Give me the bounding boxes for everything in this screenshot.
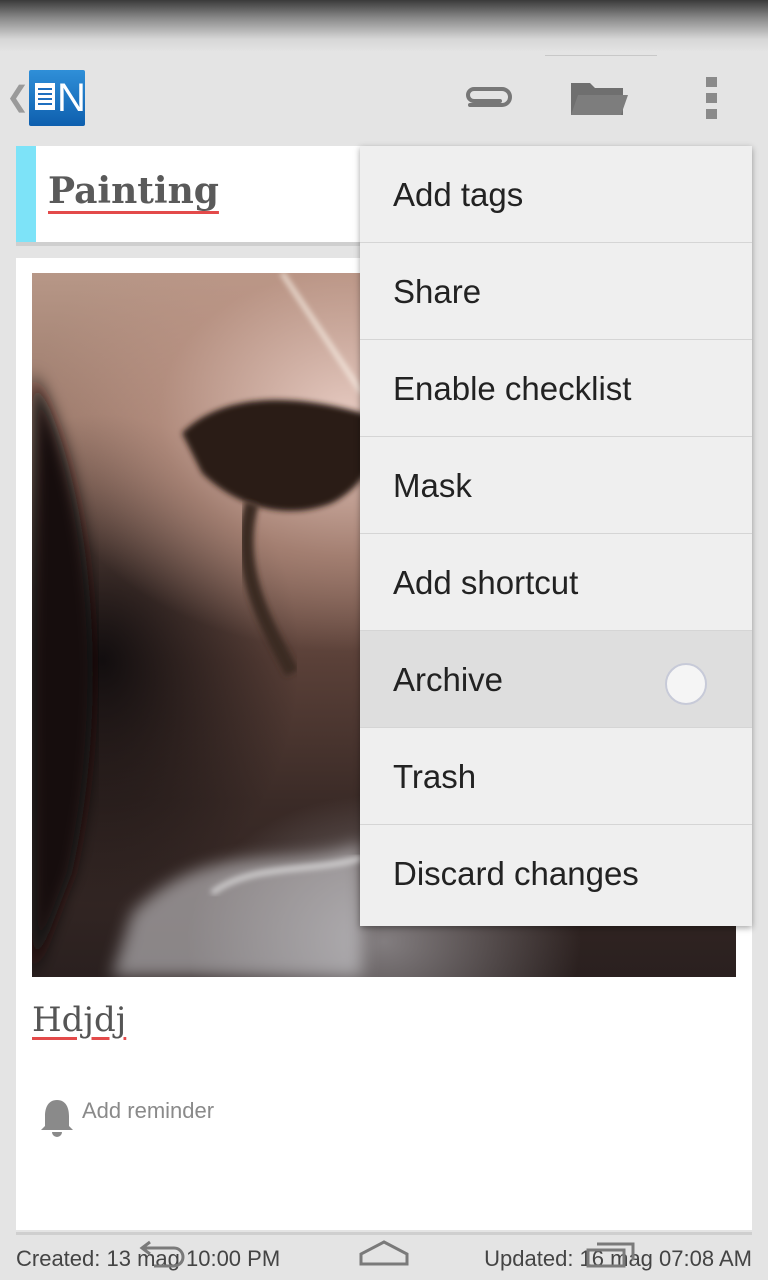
action-bar: ❮ N	[0, 52, 768, 144]
add-reminder-label: Add reminder	[82, 1098, 215, 1123]
menu-item-archive[interactable]: Archive	[360, 631, 752, 728]
menu-item-add-tags[interactable]: Add tags	[360, 146, 752, 243]
note-title[interactable]: Painting	[48, 170, 219, 212]
menu-item-share[interactable]: Share	[360, 243, 752, 340]
home-nav-icon[interactable]	[358, 1240, 410, 1268]
note-footer: Created: 13 mag 10:00 PM Updated: 16 mag…	[0, 1232, 768, 1280]
bell-icon	[41, 1100, 73, 1137]
menu-item-mask[interactable]: Mask	[360, 437, 752, 534]
back-nav-icon[interactable]	[138, 1240, 186, 1268]
menu-item-trash[interactable]: Trash	[360, 728, 752, 825]
recent-apps-nav-icon[interactable]	[585, 1240, 637, 1268]
app-logo[interactable]: N	[29, 70, 86, 126]
status-bar	[0, 0, 768, 52]
touch-indicator	[665, 663, 707, 705]
menu-item-discard-changes[interactable]: Discard changes	[360, 825, 752, 922]
category-color-bar	[16, 146, 36, 242]
overflow-popup-menu: Add tags Share Enable checklist Mask Add…	[360, 146, 752, 926]
menu-item-add-shortcut[interactable]: Add shortcut	[360, 534, 752, 631]
menu-item-archive-label: Archive	[393, 661, 504, 698]
chevron-left-icon[interactable]: ❮	[6, 82, 29, 112]
document-icon	[35, 83, 55, 110]
paperclip-icon[interactable]	[458, 77, 518, 119]
divider	[545, 55, 657, 56]
folder-icon[interactable]	[568, 77, 628, 119]
menu-item-enable-checklist[interactable]: Enable checklist	[360, 340, 752, 437]
app-logo-letter: N	[57, 76, 86, 120]
overflow-menu-icon[interactable]	[700, 77, 724, 119]
note-body[interactable]: Hdjdj	[32, 1000, 126, 1040]
add-reminder-button[interactable]: Add reminder	[40, 1094, 300, 1138]
